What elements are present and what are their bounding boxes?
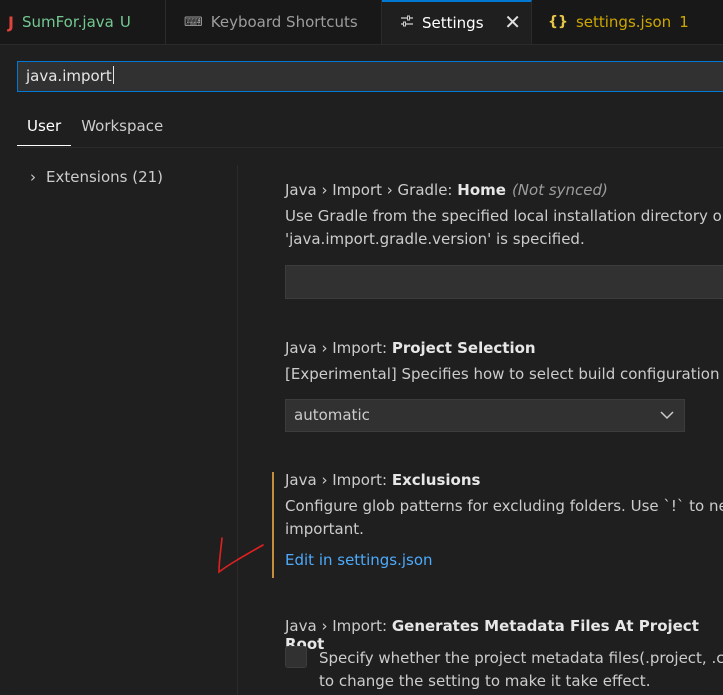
toc-item-extensions[interactable]: › Extensions (21)	[30, 168, 163, 186]
setting-category: Java › Import › Gradle:	[285, 181, 458, 199]
setting-title: Java › Import: Exclusions	[285, 471, 723, 489]
tab-label: settings.json	[575, 13, 672, 31]
problems-count-badge: 1	[679, 13, 689, 31]
setting-name: Home	[457, 181, 506, 199]
settings-search-input[interactable]: java.import	[17, 61, 723, 92]
setting-category: Java › Import:	[285, 339, 392, 357]
java-file-icon: J	[8, 12, 14, 32]
red-checkmark-annotation	[218, 537, 264, 574]
description-line: to change the setting to make it take ef…	[319, 672, 651, 690]
tab-settings[interactable]: Settings ✕	[382, 0, 532, 44]
keyboard-icon: ⌨	[184, 14, 203, 30]
project-selection-dropdown[interactable]: automatic	[285, 399, 685, 432]
search-value: java.import	[26, 67, 112, 85]
toc-divider	[237, 165, 238, 695]
setting-project-selection: Java › Import: Project Selection [Experi…	[285, 339, 723, 386]
tab-label: Keyboard Shortcuts	[210, 13, 358, 31]
tab-user[interactable]: User	[17, 112, 72, 146]
tab-keyboard-shortcuts[interactable]: ⌨ Keyboard Shortcuts	[166, 0, 382, 44]
setting-category: Java › Import:	[285, 471, 392, 489]
setting-description: Specify whether the project metadata fil…	[319, 647, 723, 693]
json-braces-icon: {}	[548, 14, 568, 30]
not-synced-label: (Not synced)	[511, 181, 608, 199]
settings-scope-tabs: User Workspace	[17, 112, 173, 146]
description-line: Specify whether the project metadata fil…	[319, 649, 723, 667]
modified-indicator	[272, 472, 274, 578]
tab-label: SumFor.java	[21, 13, 114, 31]
chevron-right-icon: ›	[30, 168, 36, 186]
setting-description: Configure glob patterns for excluding fo…	[285, 495, 723, 541]
setting-category: Java › Import:	[285, 617, 392, 635]
setting-exclusions: Java › Import: Exclusions Configure glob…	[285, 471, 723, 569]
setting-name: Exclusions	[391, 471, 481, 489]
setting-title: Java › Import › Gradle: Home (Not synced)	[285, 181, 723, 199]
settings-icon	[400, 14, 414, 32]
setting-description: Use Gradle from the specified local inst…	[285, 205, 723, 251]
edit-in-settings-json-link[interactable]: Edit in settings.json	[285, 551, 723, 569]
editor-tab-bar: J SumFor.java U ⌨ Keyboard Shortcuts Set…	[0, 0, 723, 45]
dropdown-value: automatic	[294, 406, 370, 424]
tab-sumfor-java[interactable]: J SumFor.java U	[0, 0, 166, 44]
setting-description: [Experimental] Specifies how to select b…	[285, 365, 723, 383]
tab-label: Settings	[422, 13, 484, 32]
toc-item-label: Extensions (21)	[46, 168, 164, 186]
description-line: important.	[285, 520, 364, 538]
setting-gradle-home: Java › Import › Gradle: Home (Not synced)…	[285, 181, 723, 251]
setting-name: Project Selection	[391, 339, 536, 357]
setting-title: Java › Import: Project Selection	[285, 339, 723, 357]
description-line: Configure glob patterns for excluding fo…	[285, 497, 723, 515]
text-caret	[112, 66, 114, 84]
untracked-status-badge: U	[119, 13, 131, 31]
generates-metadata-checkbox[interactable]	[285, 646, 307, 668]
close-icon[interactable]: ✕	[504, 12, 521, 32]
divider	[17, 147, 723, 148]
tab-workspace[interactable]: Workspace	[71, 112, 173, 146]
description-line: Use Gradle from the specified local inst…	[285, 207, 723, 225]
description-line: 'java.import.gradle.version' is specifie…	[285, 230, 585, 248]
settings-window: J SumFor.java U ⌨ Keyboard Shortcuts Set…	[0, 0, 723, 695]
chevron-down-icon	[660, 400, 674, 443]
gradle-home-input[interactable]	[285, 265, 723, 299]
tab-settings-json[interactable]: {} settings.json 1	[532, 0, 723, 44]
settings-sliders-icon	[401, 15, 413, 26]
